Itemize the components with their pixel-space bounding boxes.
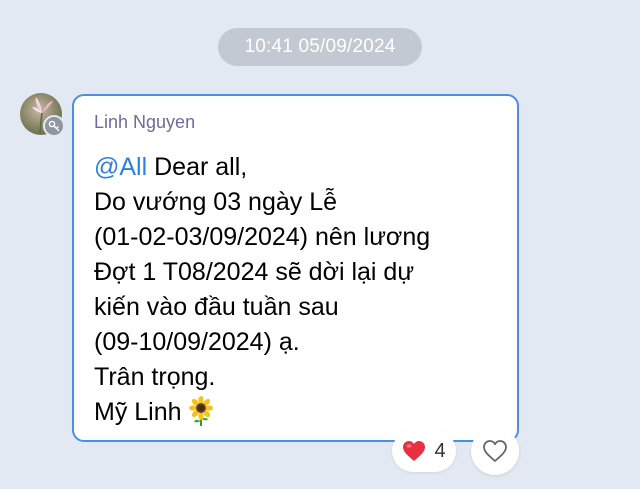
heart-outline-icon (483, 440, 507, 462)
message-line: Đợt 1 T08/2024 sẽ dời lại dự (94, 258, 415, 286)
timestamp-text: 10:41 05/09/2024 (244, 36, 396, 57)
message-line-1-rest: Dear all, (147, 153, 248, 181)
like-button[interactable] (471, 427, 519, 475)
message-line: (01-02-03/09/2024) nên lương (94, 223, 431, 251)
message-line: kiến vào đầu tuần sau (94, 293, 339, 321)
message-line: Trân trọng. (94, 363, 216, 391)
message-body: @All Dear all, Do vướng 03 ngày Lễ (01-0… (94, 150, 430, 430)
mention-all[interactable]: @All (94, 153, 147, 181)
message-line: (09-10/09/2024) ạ. (94, 328, 300, 356)
message-line: Do vướng 03 ngày Lễ (94, 188, 338, 216)
message-bubble[interactable]: Linh Nguyen @All Dear all, Do vướng 03 n… (72, 94, 519, 442)
message-signature: Mỹ Linh (94, 398, 182, 426)
sunflower-icon (188, 396, 213, 426)
key-icon (43, 115, 65, 137)
red-heart-icon (403, 441, 426, 461)
reaction-count: 4 (434, 439, 446, 462)
reaction-summary[interactable]: 4 (392, 430, 456, 472)
sender-name[interactable]: Linh Nguyen (94, 112, 195, 133)
chat-timestamp: 10:41 05/09/2024 (218, 28, 422, 66)
